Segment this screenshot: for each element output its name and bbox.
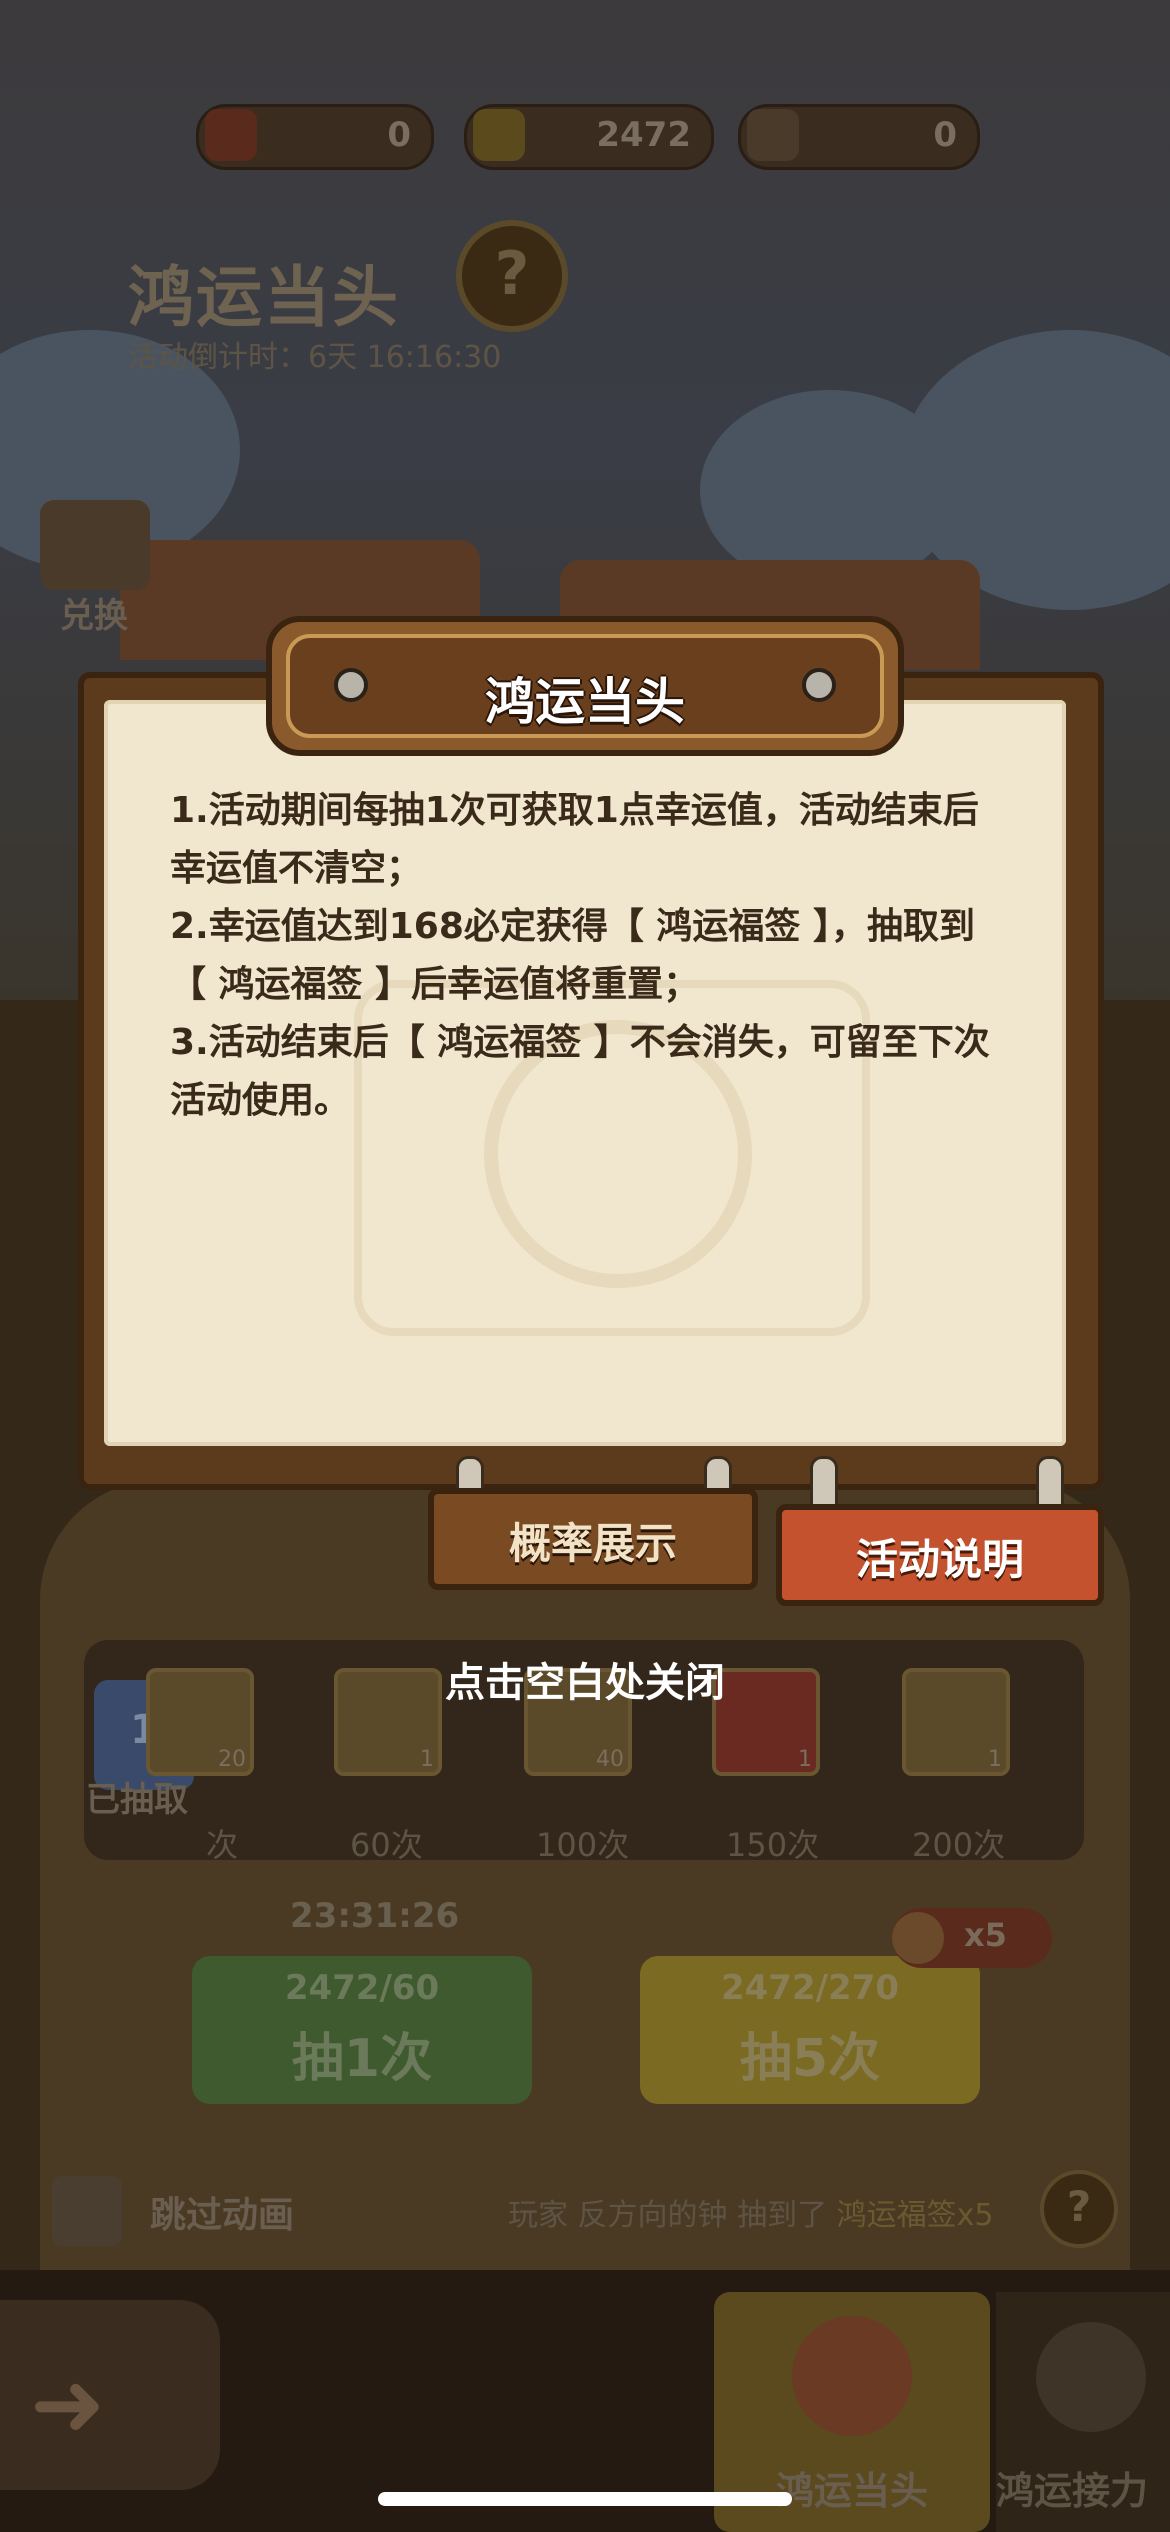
rivet-icon: [334, 668, 368, 702]
rules-text: 1.活动期间每抽1次可获取1点幸运值，活动结束后幸运值不清空； 2.幸运值达到16…: [170, 782, 1010, 1130]
home-indicator[interactable]: [378, 2492, 792, 2506]
tab-activity-rules[interactable]: 活动说明: [776, 1504, 1104, 1606]
modal-title-banner: 鸿运当头: [266, 616, 904, 756]
tab-activity-rules-label: 活动说明: [855, 1535, 1024, 1584]
banner-inner: 鸿运当头: [286, 634, 884, 738]
rivet-icon: [802, 668, 836, 702]
tab-probability[interactable]: 概率展示: [428, 1488, 758, 1590]
tab-probability-label: 概率展示: [508, 1519, 677, 1568]
rule-item: 3.活动结束后【 鸿运福签 】不会消失，可留至下次活动使用。: [170, 1022, 990, 1121]
rule-item: 1.活动期间每抽1次可获取1点幸运值，活动结束后幸运值不清空；: [170, 790, 979, 889]
modal-title: 鸿运当头: [485, 673, 685, 731]
close-hint: 点击空白处关闭: [445, 1660, 725, 1706]
modal-paper: 1.活动期间每抽1次可获取1点幸运值，活动结束后幸运值不清空； 2.幸运值达到16…: [104, 700, 1066, 1446]
rule-item: 2.幸运值达到168必定获得【 鸿运福签 】，抽取到【 鸿运福签 】后幸运值将重…: [170, 906, 975, 1005]
